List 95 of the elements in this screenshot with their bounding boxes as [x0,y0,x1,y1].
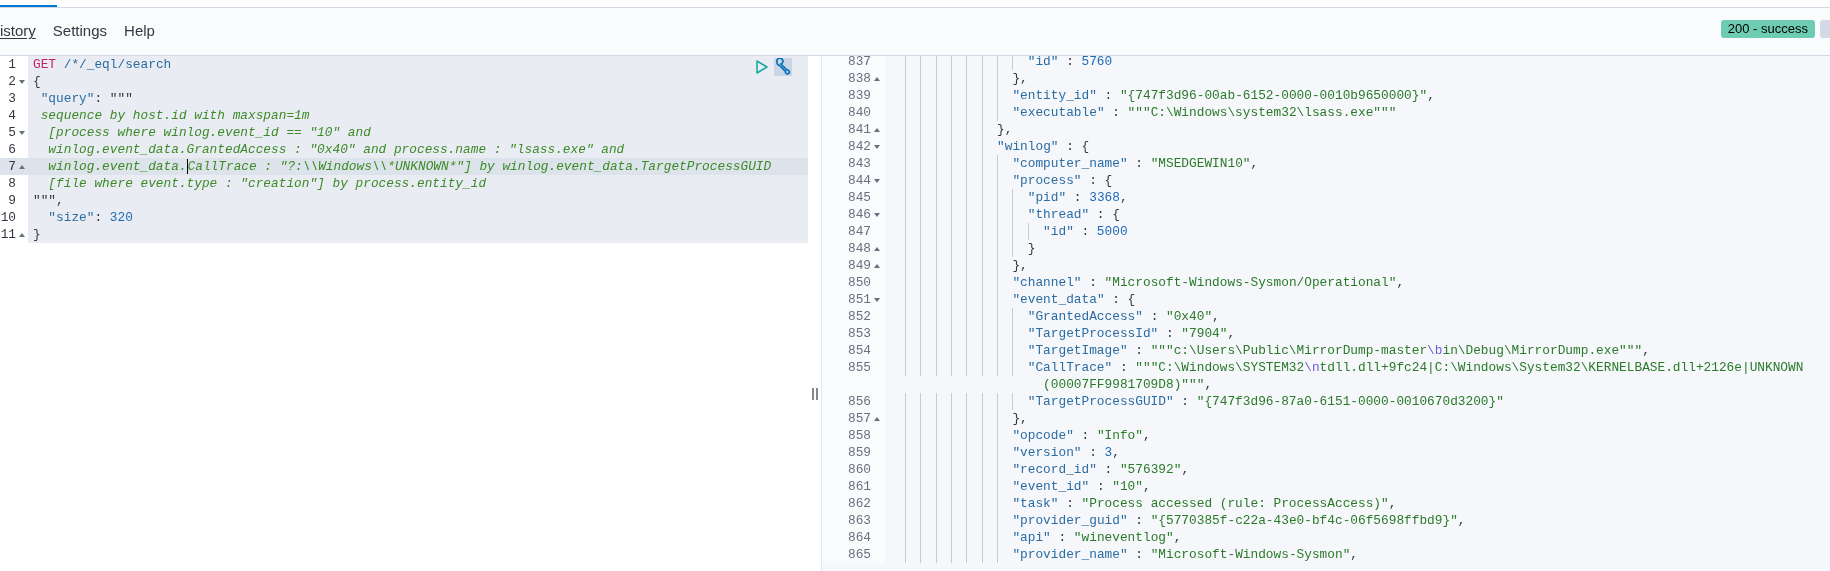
code-line: "provider_name" : "Microsoft-Windows-Sysmon", [1012,545,1358,564]
line-number: 850 [847,273,871,292]
code-line: "query": """ [40,89,133,108]
line-number: 841 [847,120,871,139]
code-line: "executable" : """C:\Windows\system32\lsass.exe""" [1012,103,1397,122]
line-number: 845 [847,188,871,207]
line-number: 843 [847,154,871,173]
code-line: "task" : "Process accessed (rule: ProcessAccess)", [1012,494,1397,513]
line-number: 11 [0,225,16,244]
code-line: "GrantedAccess" : "0x40", [1027,307,1220,326]
code-line: sequence by host.id with maxspan=1m [40,106,310,125]
code-line: [file where event.type : "creation"] by process.entity_id [48,174,487,193]
code-line: }, [1012,69,1028,88]
code-line: """, [33,191,64,210]
menu-link[interactable]: Help [124,20,155,43]
line-number: 9 [8,191,16,210]
line-number: 856 [847,392,871,411]
code-line: "api" : "wineventlog", [1012,528,1182,547]
line-number: 3 [8,89,16,108]
code-line: "provider_guid" : "{5770385f-c22a-43e0-bf4c-06f5698ffbd9}", [1012,511,1466,530]
line-number: 858 [847,426,871,445]
code-line: "size": 320 [48,208,133,227]
code-line: winlog.event_data.CallTrace : "?:\\Windows\\*UNKNOWN*"] by winlog.event_data.TargetProcessGUID [48,157,772,177]
line-number: 6 [8,140,16,159]
code-line: GET /*/_eql/search [33,55,172,74]
code-line: "winlog" : { [997,137,1090,156]
code-line: "pid" : 3368, [1027,188,1128,207]
line-number: 851 [847,290,871,309]
line-number: 1 [8,55,16,74]
line-number: 854 [847,341,871,360]
fold-arrow-icon[interactable] [873,295,881,304]
line-number: 7 [8,157,16,176]
code-line: "event_data" : { [1012,290,1136,309]
line-number: 840 [847,103,871,122]
code-line: "TargetProcessGUID" : "{747f3d96-87a0-6151-0000-0010670d3200}" [1027,392,1504,411]
code-line: "computer_name" : "MSEDGEWIN10", [1012,154,1259,173]
line-number: 847 [847,222,871,241]
line-number: 862 [847,494,871,513]
line-number: 2 [8,72,16,91]
line-number: 859 [847,443,871,462]
play-icon[interactable] [755,59,769,75]
status-badge: 200 - success [1720,19,1815,38]
line-number: 861 [847,477,871,496]
code-line: "thread" : { [1027,205,1120,224]
line-number: 842 [847,137,871,156]
tab-indicator [0,5,57,7]
code-line: "TargetProcessId" : "7904", [1027,324,1236,343]
code-line: (00007FF9981709D8)""", [1043,375,1213,394]
line-number: 852 [847,307,871,326]
line-number: 8 [8,174,16,193]
menu-link[interactable]: Settings [52,20,108,43]
menu-link[interactable]: istory [0,20,36,43]
code-line: "CallTrace" : """C:\Windows\SYSTEM32\ntdll.dll+9fc24|C:\Windows\System32\KERNELBASE.dll+2126e|UNKNOWN [1027,358,1804,377]
code-line: "TargetImage" : """c:\Users\Public\MirrorDump-master\bin\Debug\MirrorDump.exe""", [1027,341,1650,360]
code-line: "version" : 3, [1012,443,1120,462]
code-line: } [1027,239,1036,258]
line-number: 860 [847,460,871,479]
code-line: }, [997,120,1013,139]
code-line: "channel" : "Microsoft-Windows-Sysmon/Operational", [1012,273,1405,292]
fold-arrow-icon[interactable] [873,176,881,185]
line-number: 846 [847,205,871,224]
line-number: 4 [8,106,16,125]
fold-arrow-icon[interactable] [873,142,881,151]
code-line: [process where winlog.event_id == "10" and [48,123,371,142]
line-number: 863 [847,511,871,530]
code-line: "entity_id" : "{747f3d96-00ab-6152-0000-0010b9650000}", [1012,86,1435,105]
resize-handle-icon[interactable] [811,387,818,401]
code-line: }, [1012,256,1028,275]
line-number: 5 [8,123,16,142]
code-line: "id" : 5760 [1027,56,1113,71]
code-line: { [33,72,41,91]
code-line: "process" : { [1012,171,1113,190]
code-line: "record_id" : "576392", [1012,460,1190,479]
line-number: 857 [847,409,871,428]
fold-arrow-icon[interactable] [873,210,881,219]
line-number: 865 [847,545,871,564]
fold-arrow-icon[interactable] [18,77,26,86]
code-line: "event_id" : "10", [1012,477,1151,496]
line-number: 839 [847,86,871,105]
code-line: "id" : 5000 [1043,222,1128,241]
line-number: 855 [847,358,871,377]
line-number: 837 [847,56,871,71]
wrench-icon[interactable] [774,58,792,76]
code-line: "opcode" : "Info", [1012,426,1151,445]
code-line: } [33,225,41,244]
line-number: 848 [847,239,871,258]
line-number: 838 [847,69,871,88]
code-line: }, [1012,409,1028,428]
line-number: 864 [847,528,871,547]
line-number: 844 [847,171,871,190]
code-line: winlog.event_data.GrantedAccess : "0x40" and process.name : "lsass.exe" and [48,140,625,159]
fold-arrow-icon[interactable] [18,128,26,137]
line-number: 853 [847,324,871,343]
line-number: 10 [0,208,16,227]
line-number: 849 [847,256,871,275]
